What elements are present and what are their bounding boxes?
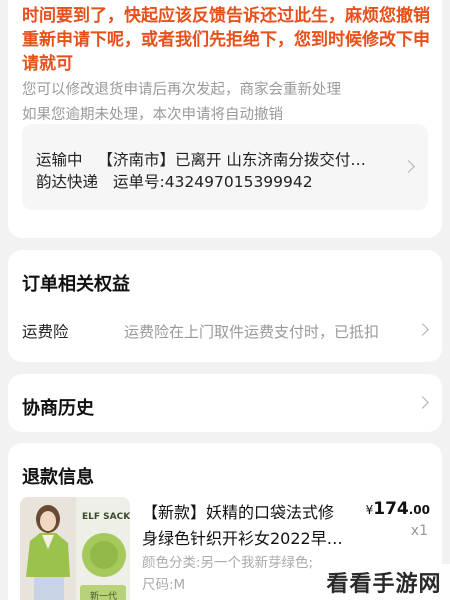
status-card: 时间要到了，快起应该反馈告诉还过此生，麻烦您撤销 重新申请下呢，或者我们先拒绝下… [8, 0, 442, 238]
merchant-message-line: 时间要到了，快起应该反馈告诉还过此生，麻烦您撤销 [22, 6, 430, 26]
carrier-name: 韵达快递 [36, 173, 99, 191]
shipping-insurance-value: 运费险在上门取件运费支付时，已抵扣 [124, 323, 380, 341]
logistics-detail: 【济南市】已离开 山东济南分拨交付… [97, 151, 366, 169]
site-watermark-logo: 看看手游网 [318, 564, 450, 600]
history-title: 协商历史 [22, 398, 94, 419]
watermark-text: 看看手游网 [326, 572, 442, 597]
benefits-card: 订单相关权益 运费险 运费险在上门取件运费支付时，已抵扣 [8, 250, 442, 362]
image-brand-text: ELF SACK [82, 512, 130, 522]
product-color: 颜色分类:另一个我新芽绿色; [142, 555, 314, 571]
shipping-insurance-label: 运费险 [22, 323, 69, 341]
hint-text: 您可以修改退货申请后再次发起，商家会重新处理 [22, 82, 341, 98]
tracking-label: 运单号: [112, 173, 165, 191]
product-photo: ELF SACK 新一代 [20, 497, 130, 600]
product-image[interactable]: ELF SACK 新一代 [20, 497, 130, 600]
product-title-line[interactable]: 【新款】妖精的口袋法式修 [142, 499, 334, 523]
price-integer: 174 [373, 499, 409, 519]
tracking-number: 432497015399942 [164, 173, 313, 191]
logistics-status: 运输中 【济南市】已离开 山东济南分拨交付… [36, 148, 366, 170]
merchant-message-line: 重新申请下呢，或者我们先拒绝下，您到时候修改下申 [22, 30, 430, 50]
price-decimal: .00 [408, 503, 430, 517]
merchant-message-line: 请就可 [22, 54, 73, 74]
product-size: 尺码:M [142, 577, 186, 593]
product-title-line[interactable]: 身绿色针织开衫女2022早… [142, 525, 343, 549]
chevron-right-icon [416, 396, 429, 409]
chevron-right-icon [402, 160, 415, 173]
image-caption-text: 新一代 [90, 590, 117, 600]
benefits-title: 订单相关权益 [22, 274, 130, 295]
logistics-box[interactable]: 运输中 【济南市】已离开 山东济南分拨交付… 韵达快递 运单号:43249701… [22, 124, 428, 210]
chevron-right-icon [416, 323, 429, 336]
refund-title: 退款信息 [22, 467, 94, 488]
product-quantity: x1 [410, 523, 428, 539]
hint-text: 如果您逾期未处理，本次申请将自动撤销 [22, 107, 283, 123]
tracking-info: 韵达快递 运单号:432497015399942 [36, 170, 313, 192]
logistics-status-label: 运输中 [36, 151, 83, 169]
negotiation-history-row[interactable]: 协商历史 [8, 374, 442, 432]
product-price: ¥174.00 [366, 499, 430, 519]
